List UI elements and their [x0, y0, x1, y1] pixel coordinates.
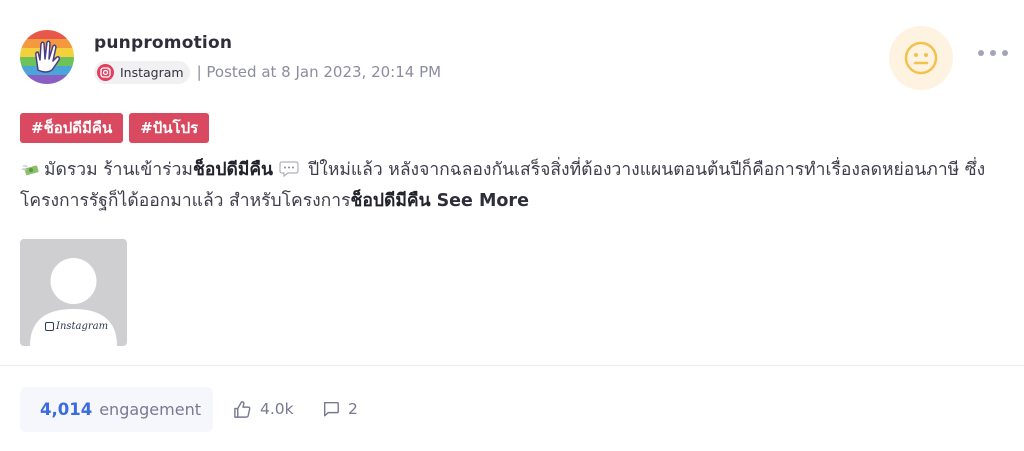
engagement-count: 4,014: [40, 400, 93, 419]
hashtag-chip[interactable]: #ช็อปดีมีคืน: [20, 113, 124, 143]
author-avatar[interactable]: [20, 30, 74, 84]
more-options-button[interactable]: [978, 41, 1008, 65]
platform-name: Instagram: [120, 64, 184, 80]
divider: [0, 365, 1024, 366]
dot-icon: [990, 50, 996, 56]
posted-timestamp: | Posted at 8 Jan 2023, 20:14 PM: [196, 63, 442, 81]
instagram-outline-icon: [45, 322, 54, 331]
post-thumbnail[interactable]: Instagram: [20, 239, 127, 346]
instagram-icon: [97, 63, 114, 81]
content-bold-keyword: ช็อปดีมีคืน: [350, 191, 431, 211]
content-text: มัดรวม ร้านเข้าร่วม: [44, 160, 193, 180]
platform-chip: Instagram: [94, 60, 190, 84]
hashtag-list: #ช็อปดีมีคืน #ปันโปร: [20, 113, 215, 143]
author-name[interactable]: punpromotion: [94, 33, 232, 53]
dot-icon: [1002, 50, 1008, 56]
neutral-face-icon: [904, 41, 938, 75]
post-card: punpromotion Instagram | Posted at 8 Jan…: [0, 0, 1024, 451]
see-more-link[interactable]: See More: [437, 191, 529, 211]
comment-bubble-icon: [323, 401, 339, 417]
sentiment-badge[interactable]: [889, 26, 953, 90]
content-bold-keyword: ช็อปดีมีคืน: [192, 160, 274, 180]
rainbow-hand-logo-icon: [20, 30, 74, 84]
comments-stat[interactable]: 2: [322, 397, 358, 421]
thumbnail-caption-text: Instagram: [56, 321, 109, 332]
post-content: มัดรวม ร้านเข้าร่วมช็อปดีมีคืน ปีใหม่แล้…: [20, 155, 1010, 217]
money-wings-icon: [21, 164, 39, 176]
likes-count: 4.0k: [260, 400, 294, 418]
thumbs-up-icon: [234, 400, 251, 418]
speech-bubble-icon: [279, 161, 299, 178]
engagement-label: engagement: [99, 400, 201, 419]
engagement-summary[interactable]: 4,014 engagement: [20, 387, 213, 432]
post-meta: Instagram | Posted at 8 Jan 2023, 20:14 …: [94, 60, 441, 84]
hashtag-chip[interactable]: #ปันโปร: [129, 113, 210, 143]
comments-count: 2: [348, 400, 358, 418]
thumbnail-caption: Instagram: [45, 321, 108, 332]
dot-icon: [978, 50, 984, 56]
likes-stat[interactable]: 4.0k: [233, 397, 294, 421]
